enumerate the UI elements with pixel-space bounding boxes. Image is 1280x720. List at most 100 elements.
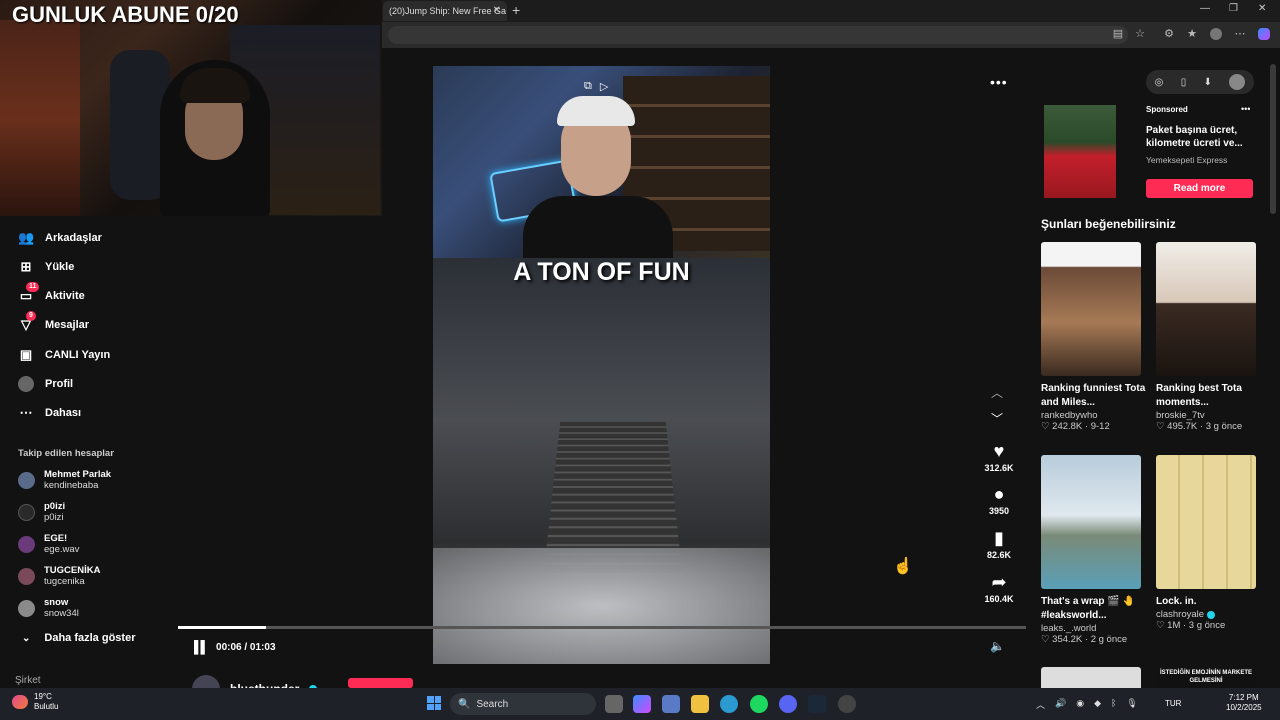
volume-icon[interactable]: 🔈 — [990, 639, 1005, 653]
discord-icon[interactable] — [779, 695, 797, 713]
address-bar[interactable] — [388, 26, 1128, 44]
bluetooth-icon[interactable]: ᛒ — [1111, 698, 1116, 711]
card-meta: ♡ 1M · 3 g önce — [1156, 620, 1226, 631]
speaker-icon[interactable]: 🔊 — [1055, 698, 1066, 711]
chevron-down-icon: ⌄ — [22, 632, 31, 644]
edge-icon[interactable] — [720, 695, 738, 713]
card-author-name: rankedbywho — [1041, 410, 1098, 421]
copilot-icon[interactable] — [1258, 28, 1270, 40]
clock[interactable]: 7:12 PM 10/2/2025 — [1226, 693, 1262, 713]
mic-icon[interactable]: 🎙 — [1126, 698, 1137, 711]
steam-icon[interactable] — [808, 695, 826, 713]
browser-tab[interactable]: (20)Jump Ship: New Free Ga ✕ — [383, 1, 507, 21]
sidebar-item-label: Dahası — [45, 407, 82, 419]
sidebar-item-friends[interactable]: 👥 Arkadaşlar — [18, 227, 102, 249]
new-tab-icon[interactable]: + — [512, 2, 520, 18]
favorite-star-icon[interactable]: ☆ — [1134, 28, 1146, 40]
card-author: leaks._.world — [1041, 623, 1151, 634]
minimize-icon[interactable]: — — [1200, 3, 1210, 14]
favorites-icon[interactable]: ★ — [1186, 28, 1198, 40]
sidebar-item-messages[interactable]: ▽ 9 Mesajlar — [18, 311, 90, 336]
tab-close-icon[interactable]: ✕ — [493, 5, 501, 16]
bookmark-button[interactable]: ▮ 82.6K — [980, 528, 1018, 560]
pause-icon[interactable]: ▌▌ — [194, 640, 209, 654]
card-meta: ♡ 242.8K · 9-12 — [1041, 421, 1110, 432]
miniplayer-icon[interactable]: ▷ — [600, 80, 608, 93]
weather-widget[interactable]: 19°C Bulutlu — [12, 692, 58, 712]
sidebar-item-upload[interactable]: ⊞ Yükle — [18, 256, 75, 278]
ad-title[interactable]: Paket başına ücret, kilometre ücreti ve.… — [1146, 124, 1250, 150]
obs-icon[interactable] — [838, 695, 856, 713]
download-icon[interactable]: ⬇ — [1204, 77, 1212, 88]
followed-account[interactable]: p0izi p0izi — [18, 499, 65, 525]
playback-time: 00:06 / 01:03 — [216, 641, 276, 653]
card-title: Lock. in. — [1156, 596, 1197, 607]
follow-button[interactable] — [348, 678, 413, 688]
suggestion-card[interactable]: Ranking funniest Tota and Miles... ranke… — [1041, 242, 1151, 432]
followed-account[interactable]: EGE! ege.wav — [18, 531, 79, 557]
video-player[interactable] — [433, 66, 770, 664]
sidebar-item-live[interactable]: ▣ CANLI Yayın — [18, 344, 110, 366]
file-explorer-icon[interactable] — [691, 695, 709, 713]
activity-icon: ▭ 11 — [18, 282, 40, 304]
comment-count: 3950 — [988, 506, 1010, 516]
task-view-icon[interactable] — [605, 695, 623, 713]
reader-icon[interactable]: ▤ — [1112, 28, 1124, 40]
chevron-up-icon[interactable]: ︿ — [1036, 698, 1045, 711]
more-options-icon[interactable]: ••• — [990, 74, 1008, 90]
chevron-down-icon[interactable]: ﹀ — [991, 410, 1003, 427]
suggestion-card[interactable]: Lock. in. clashroyale ♡ 1M · 3 g önce — [1156, 455, 1266, 631]
language-indicator[interactable]: TUR — [1165, 699, 1181, 708]
followed-account[interactable]: Mehmet Parlak kendinebaba — [18, 467, 111, 493]
followed-account[interactable]: TUGCENİKA tugcenika — [18, 563, 100, 589]
picture-in-picture-icon[interactable]: ⧉ — [584, 80, 592, 93]
extensions-icon[interactable]: ⚙ — [1163, 28, 1175, 40]
company-link[interactable]: Şirket — [15, 675, 41, 686]
card-thumbnail-caption[interactable]: İSTEDİĞİN EMOJİNİN MARKETE GELMESİNİ — [1156, 669, 1256, 688]
card-thumbnail — [1041, 242, 1141, 376]
progress-fill — [178, 626, 267, 629]
taskbar-search[interactable]: 🔍 Search — [450, 693, 596, 715]
ad-thumbnail[interactable] — [1044, 105, 1116, 198]
profile-avatar-icon[interactable] — [1210, 28, 1222, 40]
sidebar-item-label: Mesajlar — [45, 319, 90, 331]
account-handle: ege.wav — [44, 544, 80, 555]
share-button[interactable]: ➦ 160.4K — [980, 572, 1018, 604]
messages-icon: ▽ 9 — [18, 311, 36, 333]
copilot-app-icon[interactable] — [633, 695, 651, 713]
ad-options-icon[interactable]: ••• — [1241, 104, 1250, 114]
page-top-strip — [382, 48, 1280, 64]
followed-account[interactable]: snow snow34l — [18, 595, 79, 621]
coin-icon[interactable]: ◎ — [1155, 77, 1164, 88]
maximize-icon[interactable]: ❐ — [1229, 3, 1238, 14]
sidebar-item-activity[interactable]: ▭ 11 Aktivite — [18, 282, 85, 307]
spotify-icon[interactable] — [750, 695, 768, 713]
read-more-button[interactable]: Read more — [1146, 179, 1253, 198]
steam-tray-icon[interactable]: ◆ — [1094, 698, 1101, 711]
show-more-button[interactable]: ⌄ Daha fazla göster — [22, 632, 135, 644]
card-thumbnail[interactable] — [1041, 667, 1141, 688]
account-handle: p0izi — [44, 512, 64, 523]
like-button[interactable]: ♥ 312.6K — [980, 441, 1018, 473]
suggestion-card[interactable]: Ranking best Tota moments... broskie_7tv… — [1156, 242, 1266, 432]
account-name: EGE! — [44, 533, 68, 544]
scrollbar[interactable] — [1270, 64, 1276, 214]
sidebar-item-profile[interactable]: Profil — [18, 373, 73, 395]
user-avatar-icon[interactable] — [1229, 74, 1246, 90]
store-icon[interactable] — [662, 695, 680, 713]
suggestion-card[interactable]: That's a wrap 🎬 🤚 #leaksworld... leaks._… — [1041, 455, 1151, 645]
network-icon[interactable]: ◉ — [1076, 698, 1084, 711]
bookmark-icon: ▮ — [994, 528, 1004, 548]
chevron-up-icon[interactable]: ︿ — [991, 384, 1003, 401]
start-button-icon[interactable] — [427, 696, 441, 710]
device-icon[interactable]: ▯ — [1181, 77, 1187, 88]
heart-icon: ♥ — [993, 441, 1005, 461]
upload-icon: ⊞ — [20, 259, 32, 274]
sidebar-item-more[interactable]: ⋯ Dahası — [18, 402, 82, 424]
window-close-icon[interactable]: ✕ — [1258, 3, 1266, 14]
browser-menu-icon[interactable]: ⋯ — [1234, 28, 1246, 40]
account-handle: snow34l — [44, 608, 79, 619]
comment-button[interactable]: ● 3950 — [980, 484, 1018, 516]
sidebar-item-label: CANLI Yayın — [45, 349, 111, 361]
progress-bar[interactable] — [178, 626, 1026, 629]
